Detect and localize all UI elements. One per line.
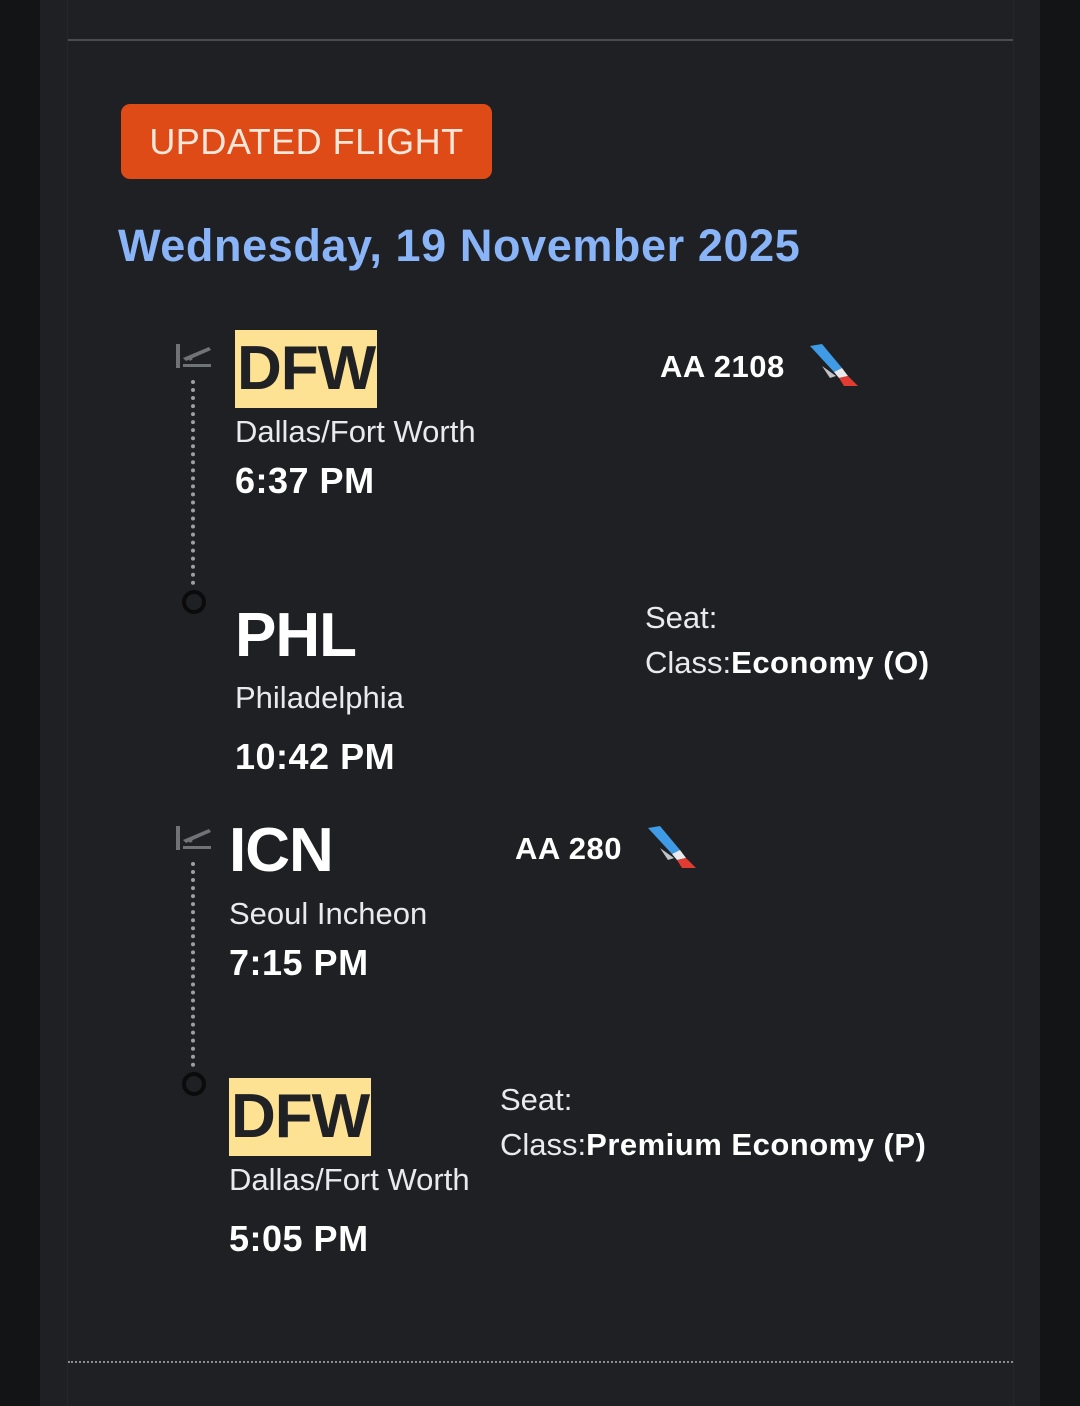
segment-2-arrival-city: Dallas/Fort Worth <box>229 1162 470 1197</box>
segment-2-departure-code: ICN <box>229 816 334 885</box>
arrival-ring-icon <box>182 1072 206 1096</box>
segment-1-departure-city: Dallas/Fort Worth <box>235 414 476 449</box>
american-airlines-logo-icon <box>810 344 858 386</box>
itinerary-card <box>40 0 1040 1406</box>
email-viewport: UPDATED FLIGHT Wednesday, 19 November 20… <box>0 0 1080 1406</box>
segment-2-class-label: Class: <box>500 1127 587 1162</box>
segment-2-arrival-code: DFW <box>229 1078 372 1156</box>
segment-1-route-line <box>191 380 195 585</box>
american-airlines-logo-icon <box>648 826 696 868</box>
segment-2-departure-city: Seoul Incheon <box>229 896 428 931</box>
segment-2-class-value: Premium Economy (P) <box>586 1127 927 1162</box>
segment-2-seat-label: Seat: <box>500 1082 573 1117</box>
segment-2-flight-number: AA 280 <box>515 831 622 866</box>
segment-1-seat-label: Seat: <box>645 600 718 635</box>
segment-2-class-line: Class:Premium Economy (P) <box>500 1127 926 1163</box>
takeoff-icon <box>176 344 211 368</box>
flight-date-heading: Wednesday, 19 November 2025 <box>118 220 801 271</box>
segment-1-arrival-city: Philadelphia <box>235 680 404 715</box>
segment-1-class-line: Class:Economy (O) <box>645 645 930 681</box>
arrival-ring-icon <box>182 590 206 614</box>
segment-1-arrival-time: 10:42 PM <box>235 736 396 777</box>
segment-1-class-label: Class: <box>645 645 732 680</box>
takeoff-icon <box>176 826 211 850</box>
segment-2-route-line <box>191 862 195 1067</box>
segment-1-departure-time: 6:37 PM <box>235 460 375 501</box>
card-inner-border-right <box>1013 0 1014 1406</box>
segment-1-flight-number: AA 2108 <box>660 349 785 384</box>
segment-2-arrival-time: 5:05 PM <box>229 1218 369 1259</box>
segment-2-departure-time: 7:15 PM <box>229 942 369 983</box>
bottom-dotted-divider <box>68 1361 1013 1363</box>
top-divider <box>68 39 1013 41</box>
segment-1-arrival-code: PHL <box>235 601 357 670</box>
updated-flight-badge: UPDATED FLIGHT <box>121 104 492 179</box>
segment-1-departure-code: DFW <box>235 330 378 408</box>
segment-1-class-value: Economy (O) <box>731 645 930 680</box>
card-inner-border-left <box>67 0 68 1406</box>
